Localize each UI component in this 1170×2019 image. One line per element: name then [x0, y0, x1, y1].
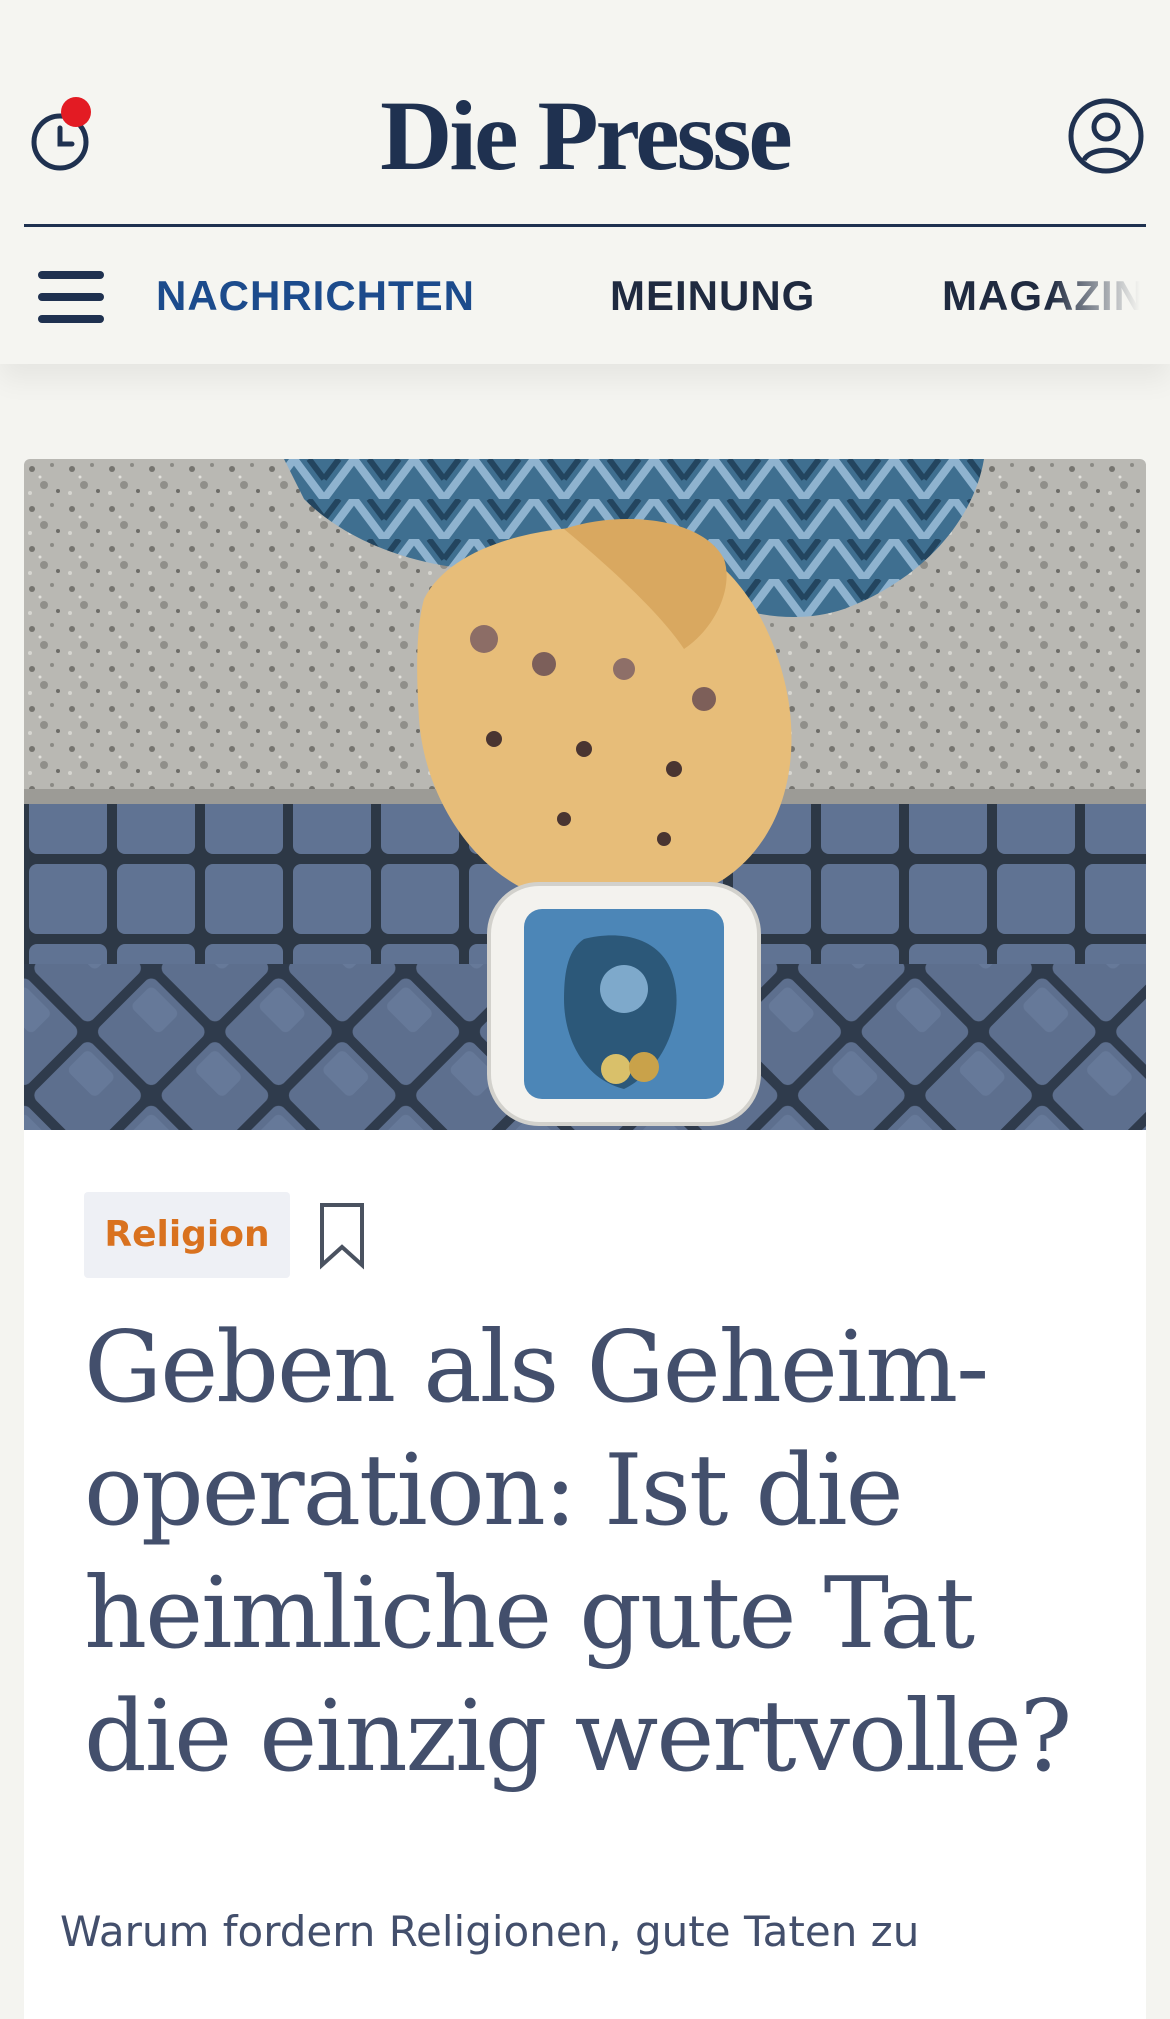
article-headline[interactable]: Geben als Geheim- operation: Ist die hei… [84, 1307, 1104, 1799]
user-circle-icon [1068, 98, 1144, 174]
bookmark-button[interactable] [314, 1201, 370, 1271]
hero-illustration [24, 459, 1146, 1130]
headline-line: die einzig wertvolle? [84, 1680, 1072, 1794]
hero-photo[interactable] [24, 459, 1146, 1130]
nav-scroll-fade [1050, 227, 1170, 364]
nav-item-nachrichten[interactable]: NACHRICHTEN [156, 271, 475, 321]
site-header: Die Presse NACHRICHTEN MEINUNG MAGAZIN [0, 0, 1170, 364]
category-tag[interactable]: Religion [84, 1192, 290, 1278]
site-logo[interactable]: Die Presse [0, 86, 1170, 186]
headline-line: operation: Ist die [84, 1434, 904, 1548]
top-bar: Die Presse [0, 0, 1170, 226]
bookmark-icon [320, 1203, 364, 1270]
nav-item-meinung[interactable]: MEINUNG [610, 271, 815, 321]
account-button[interactable] [1066, 96, 1146, 176]
article-card[interactable]: Religion Geben als Geheim- operation: Is… [24, 459, 1146, 2019]
headline-line: Geben als Geheim- [84, 1311, 989, 1425]
headline-line: heimliche gute Tat [84, 1557, 975, 1671]
hamburger-menu-icon[interactable] [38, 269, 104, 325]
main-navigation: NACHRICHTEN MEINUNG MAGAZIN [0, 227, 1170, 364]
